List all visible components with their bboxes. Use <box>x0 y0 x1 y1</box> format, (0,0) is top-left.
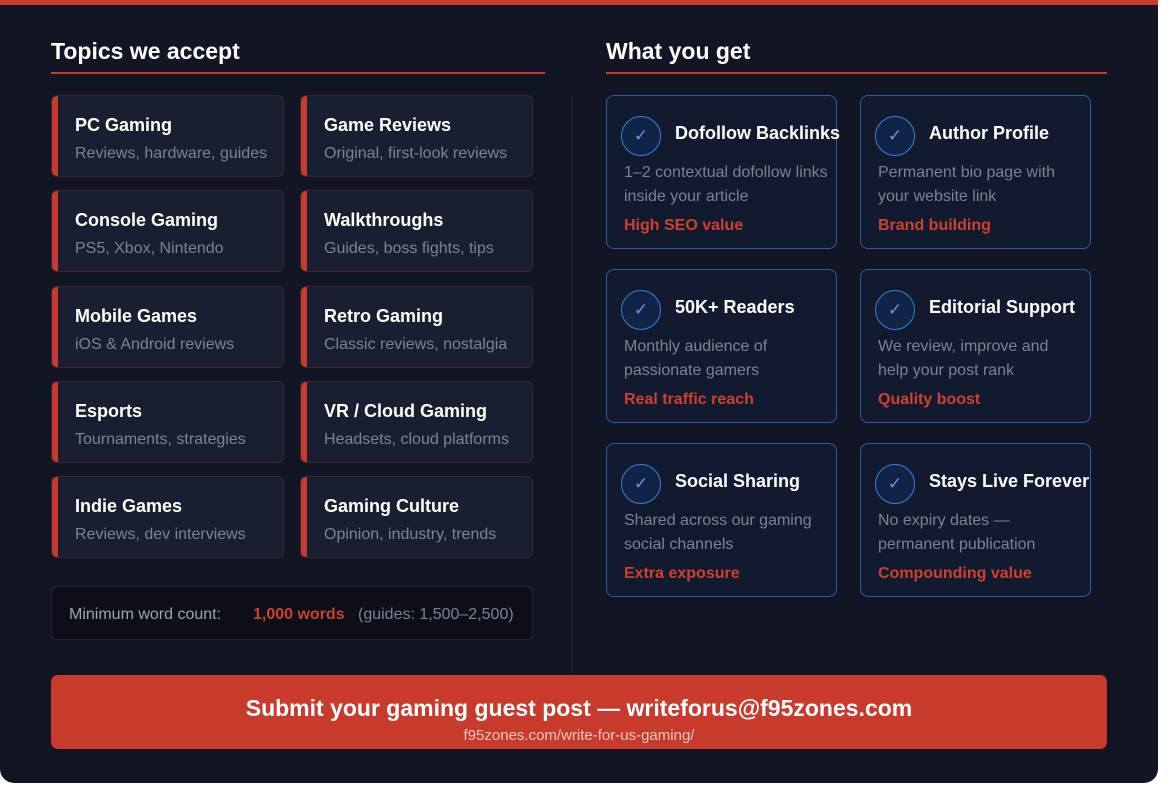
topic-accent-bar <box>52 287 58 367</box>
topic-accent-bar <box>301 191 307 271</box>
topics-title: Topics we accept <box>51 38 240 64</box>
topic-title: Mobile Games <box>75 306 198 326</box>
topic-subtitle: Classic reviews, nostalgia <box>324 336 508 353</box>
check-icon: ✓ <box>621 464 661 504</box>
benefit-tag: Quality boost <box>878 391 981 408</box>
check-icon: ✓ <box>621 116 661 156</box>
topic-card-console-gaming[interactable]: Console Gaming PS5, Xbox, Nintendo <box>51 190 284 272</box>
word-count-label: Minimum word count: <box>69 606 222 623</box>
benefit-tag: Real traffic reach <box>624 391 754 408</box>
check-icon: ✓ <box>875 116 915 156</box>
topic-card-pc-gaming[interactable]: PC Gaming Reviews, hardware, guides <box>51 95 284 177</box>
topic-card-gaming-culture[interactable]: Gaming Culture Opinion, industry, trends <box>300 476 533 558</box>
benefit-description: Permanent bio page with your website lin… <box>878 164 1055 205</box>
topic-card-indie-games[interactable]: Indie Games Reviews, dev interviews <box>51 476 284 558</box>
benefit-title: Dofollow Backlinks <box>675 123 841 143</box>
benefit-title: Author Profile <box>929 123 1049 143</box>
topic-subtitle: Tournaments, strategies <box>75 431 246 448</box>
topic-accent-bar <box>301 477 307 557</box>
topic-card-esports[interactable]: Esports Tournaments, strategies <box>51 381 284 463</box>
topic-accent-bar <box>52 191 58 271</box>
benefit-card-editorial-support: ✓ Editorial Support We review, improve a… <box>860 269 1091 423</box>
topic-subtitle: PS5, Xbox, Nintendo <box>75 240 224 257</box>
top-accent-bar <box>0 0 1158 5</box>
topic-title: Game Reviews <box>324 115 452 135</box>
topic-title: Retro Gaming <box>324 306 444 326</box>
topic-accent-bar <box>301 96 307 176</box>
benefit-title: Stays Live Forever <box>929 471 1090 491</box>
benefit-card-stays-live-forever: ✓ Stays Live Forever No expiry dates — p… <box>860 443 1091 597</box>
benefit-title: Editorial Support <box>929 297 1075 317</box>
topics-title-underline <box>51 72 545 74</box>
benefit-description: No expiry dates — permanent publication <box>878 512 1036 553</box>
guest-post-card: Topics we accept PC Gaming Reviews, hard… <box>0 0 1158 783</box>
benefit-card-readers: ✓ 50K+ Readers Monthly audience of passi… <box>606 269 837 423</box>
topic-subtitle: Original, first-look reviews <box>324 145 508 162</box>
benefit-tag: Brand building <box>878 217 991 234</box>
topic-accent-bar <box>52 382 58 462</box>
cta-url-link[interactable]: f95zones.com/write-for-us-gaming/ <box>51 727 1107 744</box>
topic-accent-bar <box>52 477 58 557</box>
topic-accent-bar <box>301 382 307 462</box>
topic-title: Walkthroughs <box>324 210 444 230</box>
topic-accent-bar <box>301 287 307 367</box>
topic-card-game-reviews[interactable]: Game Reviews Original, first-look review… <box>300 95 533 177</box>
topic-subtitle: Reviews, hardware, guides <box>75 145 268 162</box>
topic-subtitle: Reviews, dev interviews <box>75 526 246 543</box>
benefit-description: Shared across our gaming social channels <box>624 512 812 553</box>
topic-subtitle: Opinion, industry, trends <box>324 526 497 543</box>
check-icon: ✓ <box>621 290 661 330</box>
topic-title: Console Gaming <box>75 210 219 230</box>
word-count-value: 1,000 words <box>253 606 345 623</box>
benefit-title: Social Sharing <box>675 471 801 491</box>
topic-title: VR / Cloud Gaming <box>324 401 488 421</box>
benefit-description: 1–2 contextual dofollow links inside you… <box>624 164 828 205</box>
benefit-tag: Compounding value <box>878 565 1032 582</box>
topic-card-vr-cloud-gaming[interactable]: VR / Cloud Gaming Headsets, cloud platfo… <box>300 381 533 463</box>
benefit-card-dofollow-backlinks: ✓ Dofollow Backlinks 1–2 contextual dofo… <box>606 95 841 249</box>
check-icon: ✓ <box>875 464 915 504</box>
topic-subtitle: Guides, boss fights, tips <box>324 240 494 257</box>
topic-card-mobile-games[interactable]: Mobile Games iOS & Android reviews <box>51 286 284 368</box>
submit-guest-post-button[interactable]: Submit your gaming guest post — writefor… <box>51 675 1107 749</box>
word-count-note: (guides: 1,500–2,500) <box>358 606 514 623</box>
benefit-description: We review, improve and help your post ra… <box>878 338 1049 379</box>
benefit-tag: Extra exposure <box>624 565 740 582</box>
word-count-box: Minimum word count: 1,000 words (guides:… <box>51 586 533 640</box>
topic-card-retro-gaming[interactable]: Retro Gaming Classic reviews, nostalgia <box>300 286 533 368</box>
check-icon: ✓ <box>875 290 915 330</box>
topic-accent-bar <box>52 96 58 176</box>
benefit-description: Monthly audience of passionate gamers <box>624 338 768 379</box>
topic-title: PC Gaming <box>75 115 173 135</box>
benefit-card-social-sharing: ✓ Social Sharing Shared across our gamin… <box>606 443 837 597</box>
benefit-card-author-profile: ✓ Author Profile Permanent bio page with… <box>860 95 1091 249</box>
topic-title: Indie Games <box>75 496 183 516</box>
cta-headline: Submit your gaming guest post — writefor… <box>245 695 913 721</box>
topic-title: Esports <box>75 401 143 421</box>
topic-card-walkthroughs[interactable]: Walkthroughs Guides, boss fights, tips <box>300 190 533 272</box>
column-divider <box>571 96 572 674</box>
topic-subtitle: Headsets, cloud platforms <box>324 431 509 448</box>
benefits-title: What you get <box>606 38 751 64</box>
benefit-title: 50K+ Readers <box>675 297 795 317</box>
topic-title: Gaming Culture <box>324 496 460 516</box>
benefits-title-underline <box>606 72 1107 74</box>
benefit-tag: High SEO value <box>624 217 744 234</box>
topic-subtitle: iOS & Android reviews <box>75 336 235 353</box>
